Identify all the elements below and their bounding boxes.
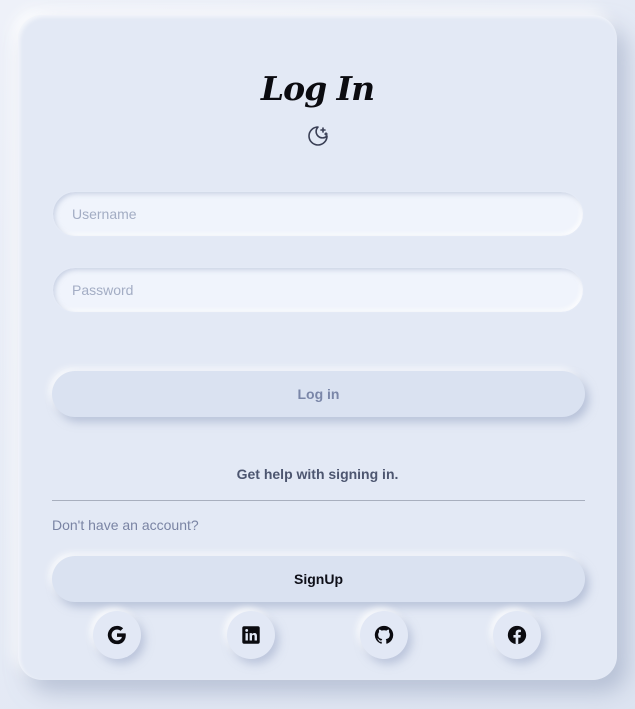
username-input[interactable] [53, 192, 583, 236]
github-icon [374, 625, 394, 644]
linkedin-login-button[interactable] [227, 611, 275, 659]
github-login-button[interactable] [360, 611, 408, 659]
facebook-login-button[interactable] [493, 611, 541, 659]
username-field[interactable] [52, 191, 584, 237]
page-title: Log In [260, 69, 375, 108]
google-icon [107, 625, 126, 645]
signup-button[interactable]: SignUp [52, 556, 585, 602]
password-field[interactable] [52, 267, 584, 313]
login-button[interactable]: Log in [52, 371, 585, 417]
divider [52, 500, 585, 501]
no-account-text: Don't have an account? [52, 517, 199, 533]
password-input[interactable] [53, 268, 583, 312]
login-card: Log In Log in Get help with signing in. … [18, 15, 617, 680]
help-signin-link[interactable]: Get help with signing in. [18, 466, 617, 482]
page-background: Log In Log in Get help with signing in. … [0, 0, 635, 709]
moon-stars-icon[interactable] [306, 124, 330, 148]
google-login-button[interactable] [93, 611, 141, 659]
facebook-icon [507, 625, 527, 645]
linkedin-icon [242, 626, 260, 644]
